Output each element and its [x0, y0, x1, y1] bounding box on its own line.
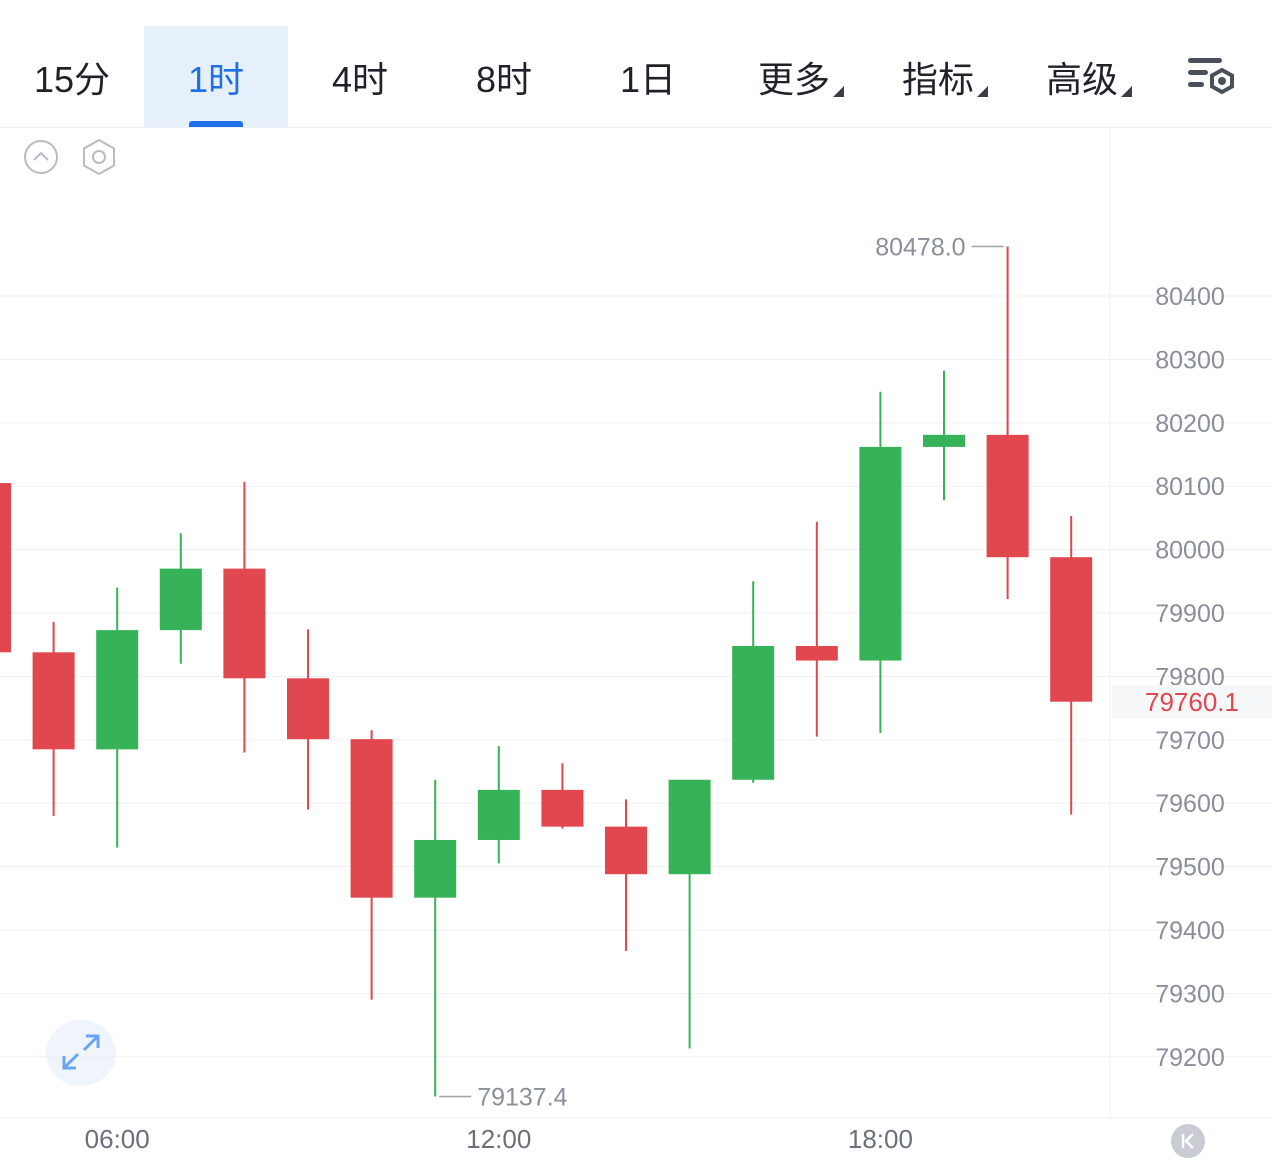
expand-button[interactable]	[46, 1020, 116, 1086]
candle	[605, 799, 647, 951]
price-tick-label: 79200	[1155, 1044, 1225, 1072]
tab-4h[interactable]: 4时	[288, 26, 432, 127]
candle-body	[795, 645, 838, 661]
candle	[923, 370, 965, 501]
extreme-annotations: 80478.0 79137.4	[439, 234, 1004, 1111]
dropdown-triangle-icon	[833, 86, 844, 97]
double-chevron-left-icon	[1181, 1133, 1194, 1149]
candle	[668, 779, 711, 1049]
candle-body	[223, 568, 266, 679]
interval-tab-bar: 15分 1时 4时 8时 1日 更多 指标 高级	[0, 0, 1272, 128]
price-tick-label: 79600	[1155, 790, 1225, 818]
tab-advanced[interactable]: 高级	[1016, 26, 1160, 127]
candle-body	[477, 789, 520, 840]
candle-body	[1050, 557, 1093, 702]
tab-more[interactable]: 更多	[728, 26, 872, 127]
candle-body	[159, 568, 202, 631]
candle	[732, 581, 775, 783]
tab-label: 更多	[758, 58, 831, 100]
candle-body	[350, 739, 393, 898]
price-tick-label: 79400	[1155, 917, 1225, 945]
candle	[159, 533, 202, 664]
candle	[1050, 515, 1093, 815]
price-axis: 7920079300794007950079600797007980079900…	[1155, 283, 1225, 1072]
candle	[32, 621, 75, 816]
candle-body	[96, 630, 139, 750]
tab-1h[interactable]: 1时	[144, 26, 288, 127]
candle-body	[414, 839, 457, 898]
price-tick-label: 79300	[1155, 980, 1225, 1008]
candle	[795, 521, 838, 737]
candle-body	[287, 678, 329, 740]
candles	[0, 246, 1093, 1097]
tab-15m[interactable]: 15分	[0, 26, 144, 127]
candle	[541, 763, 584, 829]
price-tick-label: 80100	[1155, 473, 1225, 501]
tab-label: 1日	[619, 58, 677, 100]
price-tick-label: 80300	[1155, 346, 1225, 374]
candle	[350, 730, 393, 1000]
tab-label: 指标	[902, 58, 975, 100]
price-tick-label: 80400	[1155, 283, 1225, 311]
price-tick-label: 79900	[1155, 600, 1225, 628]
tab-label: 高级	[1046, 58, 1119, 100]
expand-arrows-icon	[62, 1034, 100, 1070]
price-tick-label: 80200	[1155, 410, 1225, 438]
time-tick-label: 18:00	[848, 1124, 913, 1154]
price-tick-label: 79500	[1155, 854, 1225, 882]
tab-label: 1时	[187, 58, 245, 100]
dropdown-triangle-icon	[977, 86, 988, 97]
candlestick-chart[interactable]: 7920079300794007950079600797007980079900…	[0, 128, 1272, 1169]
candle-body	[859, 446, 902, 661]
candle-body	[986, 434, 1029, 558]
candle-body	[32, 652, 75, 750]
candle-body	[605, 826, 647, 875]
candle-body	[668, 779, 711, 875]
candle	[96, 587, 139, 848]
scroll-to-latest-icon[interactable]	[1171, 1124, 1205, 1158]
latest-price-label: 79760.1	[1145, 686, 1239, 717]
candle	[223, 481, 266, 753]
tab-label: 8时	[475, 58, 533, 100]
candle	[414, 779, 457, 1097]
candle	[287, 629, 329, 810]
chart-settings-icon[interactable]	[1180, 52, 1244, 108]
candle-body	[923, 434, 965, 447]
time-axis: 06:00 12:00 18:00	[85, 1124, 913, 1154]
tab-1d[interactable]: 1日	[576, 26, 720, 127]
candle-body	[541, 789, 584, 827]
high-price-label: 80478.0	[875, 234, 965, 262]
candle-body	[732, 645, 775, 780]
tab-8h[interactable]: 8时	[432, 26, 576, 127]
candle	[477, 746, 520, 864]
time-tick-label: 12:00	[466, 1124, 531, 1154]
dropdown-triangle-icon	[1121, 86, 1132, 97]
price-tick-label: 80000	[1155, 537, 1225, 565]
price-tick-label: 79700	[1155, 727, 1225, 755]
candle	[859, 391, 902, 733]
candle-body	[0, 483, 11, 653]
active-tab-indicator	[189, 121, 243, 127]
time-tick-label: 06:00	[85, 1124, 150, 1154]
candle	[0, 483, 11, 653]
tab-label: 4时	[331, 58, 389, 100]
low-price-label: 79137.4	[477, 1083, 567, 1111]
tab-indicators[interactable]: 指标	[872, 26, 1016, 127]
tab-label: 15分	[33, 58, 111, 100]
